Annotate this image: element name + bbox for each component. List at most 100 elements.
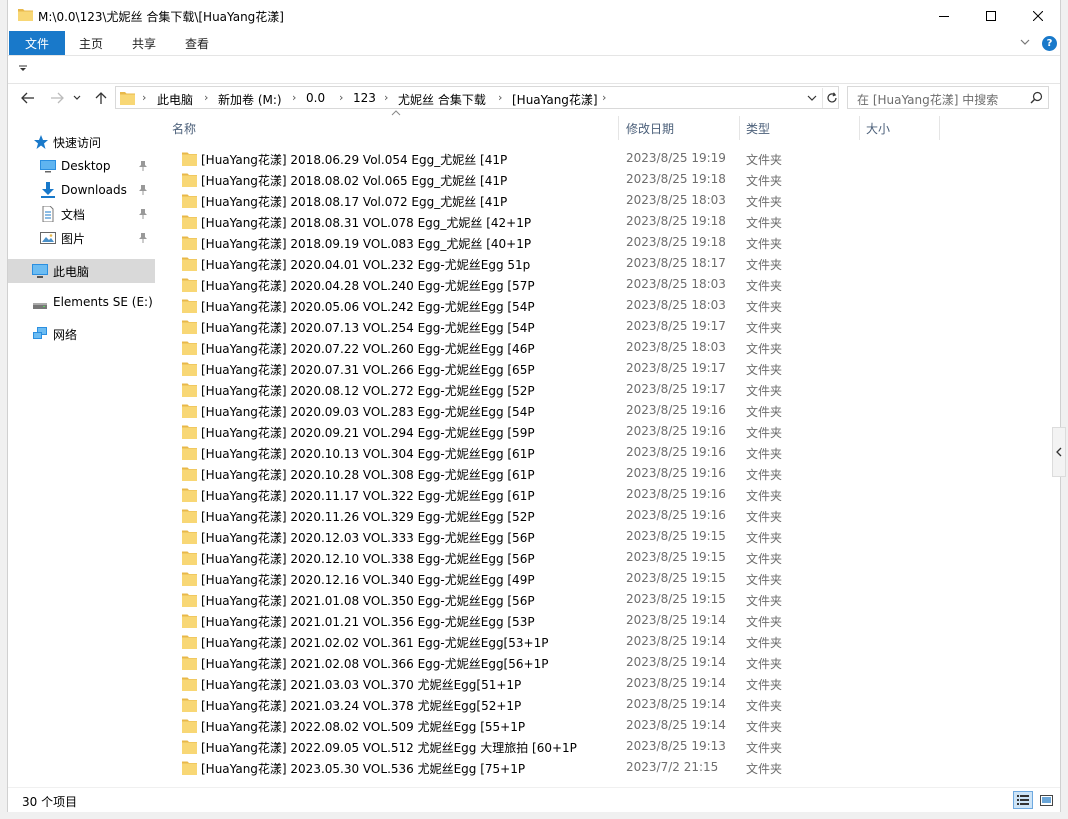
file-date: 2023/8/25 18:03 bbox=[626, 193, 726, 207]
table-row[interactable]: [HuaYang花漾] 2021.02.08 VOL.366 Egg-尤妮丝Eg… bbox=[171, 652, 1041, 673]
breadcrumb-separator[interactable]: › bbox=[142, 91, 146, 104]
search-input[interactable]: 在 [HuaYang花漾] 中搜索 bbox=[857, 91, 998, 108]
column-header-date[interactable]: 修改日期 bbox=[626, 116, 736, 140]
column-divider[interactable] bbox=[739, 116, 740, 140]
table-row[interactable]: [HuaYang花漾] 2020.04.01 VOL.232 Egg-尤妮丝Eg… bbox=[171, 253, 1041, 274]
breadcrumb-folder-collection[interactable]: 尤妮丝 合集下载 bbox=[398, 91, 486, 108]
table-row[interactable]: [HuaYang花漾] 2020.12.10 VOL.338 Egg-尤妮丝Eg… bbox=[171, 547, 1041, 568]
pane-splitter[interactable] bbox=[155, 110, 163, 787]
column-header-type[interactable]: 类型 bbox=[746, 116, 856, 140]
title-bar[interactable]: M:\0.0\123\尤妮丝 合集下载\[HuaYang花漾] bbox=[8, 0, 1060, 31]
file-date: 2023/8/25 19:16 bbox=[626, 445, 726, 459]
expand-pane-tab[interactable] bbox=[1052, 427, 1066, 477]
column-header-name[interactable]: 名称 bbox=[172, 116, 612, 140]
customize-toolbar-icon[interactable] bbox=[19, 65, 27, 73]
column-divider[interactable] bbox=[859, 116, 860, 140]
address-history-button[interactable] bbox=[804, 89, 820, 107]
pin-icon[interactable] bbox=[138, 160, 148, 171]
table-row[interactable]: [HuaYang花漾] 2018.08.17 Vol.072 Egg_尤妮丝 [… bbox=[171, 190, 1041, 211]
table-row[interactable]: [HuaYang花漾] 2020.12.03 VOL.333 Egg-尤妮丝Eg… bbox=[171, 526, 1041, 547]
file-name: [HuaYang花漾] 2018.09.19 VOL.083 Egg_尤妮丝 [… bbox=[201, 237, 532, 251]
tab-file[interactable]: 文件 bbox=[9, 31, 65, 55]
table-row[interactable]: [HuaYang花漾] 2020.11.26 VOL.329 Egg-尤妮丝Eg… bbox=[171, 505, 1041, 526]
details-view-button[interactable] bbox=[1013, 791, 1033, 809]
address-bar[interactable]: › 此电脑 › 新加卷 (M:) › 0.0 › 123 › 尤妮丝 合集下载 … bbox=[115, 86, 839, 109]
breadcrumb-this-pc[interactable]: 此电脑 bbox=[157, 91, 193, 108]
tab-share[interactable]: 共享 bbox=[132, 31, 156, 55]
file-type: 文件夹 bbox=[746, 342, 783, 356]
nav-item-downloads[interactable]: Downloads bbox=[8, 179, 155, 201]
table-row[interactable]: [HuaYang花漾] 2020.07.13 VOL.254 Egg-尤妮丝Eg… bbox=[171, 316, 1041, 337]
nav-item-this-pc[interactable]: 此电脑 bbox=[8, 259, 155, 283]
file-type: 文件夹 bbox=[746, 447, 783, 461]
table-row[interactable]: [HuaYang花漾] 2020.05.06 VOL.242 Egg-尤妮丝Eg… bbox=[171, 295, 1041, 316]
refresh-button[interactable] bbox=[822, 88, 840, 108]
table-row[interactable]: [HuaYang花漾] 2020.10.13 VOL.304 Egg-尤妮丝Eg… bbox=[171, 442, 1041, 463]
table-row[interactable]: [HuaYang花漾] 2020.07.31 VOL.266 Egg-尤妮丝Eg… bbox=[171, 358, 1041, 379]
table-row[interactable]: [HuaYang花漾] 2021.01.08 VOL.350 Egg-尤妮丝Eg… bbox=[171, 589, 1041, 610]
minimize-button[interactable] bbox=[921, 0, 967, 31]
table-row[interactable]: [HuaYang花漾] 2018.08.31 VOL.078 Egg_尤妮丝 [… bbox=[171, 211, 1041, 232]
nav-item-elements-drive[interactable]: Elements SE (E:) bbox=[8, 291, 155, 313]
maximize-button[interactable] bbox=[968, 0, 1014, 31]
back-button[interactable] bbox=[17, 87, 39, 109]
table-row[interactable]: [HuaYang花漾] 2020.07.22 VOL.260 Egg-尤妮丝Eg… bbox=[171, 337, 1041, 358]
forward-button[interactable] bbox=[46, 87, 68, 109]
pin-icon[interactable] bbox=[138, 208, 148, 219]
nav-item-network[interactable]: 网络 bbox=[8, 323, 155, 345]
table-row[interactable]: [HuaYang花漾] 2022.08.02 VOL.509 尤妮丝Egg [5… bbox=[171, 715, 1041, 736]
table-row[interactable]: [HuaYang花漾] 2023.05.30 VOL.536 尤妮丝Egg [7… bbox=[171, 757, 1041, 778]
table-row[interactable]: [HuaYang花漾] 2020.09.03 VOL.283 Egg-尤妮丝Eg… bbox=[171, 400, 1041, 421]
file-type: 文件夹 bbox=[746, 615, 783, 629]
table-row[interactable]: [HuaYang花漾] 2021.03.03 VOL.370 尤妮丝Egg[51… bbox=[171, 673, 1041, 694]
breadcrumb-folder-123[interactable]: 123 bbox=[353, 91, 376, 105]
table-row[interactable]: [HuaYang花漾] 2020.10.28 VOL.308 Egg-尤妮丝Eg… bbox=[171, 463, 1041, 484]
nav-item-documents[interactable]: 文档 bbox=[8, 203, 155, 225]
desktop-icon bbox=[40, 160, 56, 173]
breadcrumb-folder-huayang[interactable]: [HuaYang花漾] bbox=[512, 91, 598, 108]
file-date: 2023/8/25 19:14 bbox=[626, 718, 726, 732]
breadcrumb-separator[interactable]: › bbox=[204, 91, 208, 104]
tab-view[interactable]: 查看 bbox=[185, 31, 209, 55]
nav-item-desktop[interactable]: Desktop bbox=[8, 155, 155, 177]
pin-icon[interactable] bbox=[138, 184, 148, 195]
breadcrumb-drive-m[interactable]: 新加卷 (M:) bbox=[218, 91, 282, 108]
close-button[interactable] bbox=[1015, 0, 1061, 31]
table-row[interactable]: [HuaYang花漾] 2020.08.12 VOL.272 Egg-尤妮丝Eg… bbox=[171, 379, 1041, 400]
table-row[interactable]: [HuaYang花漾] 2022.09.05 VOL.512 尤妮丝Egg 大理… bbox=[171, 736, 1041, 757]
file-date: 2023/8/25 18:17 bbox=[626, 256, 726, 270]
breadcrumb-separator[interactable]: › bbox=[292, 91, 296, 104]
help-icon[interactable]: ? bbox=[1042, 36, 1057, 51]
file-type: 文件夹 bbox=[746, 531, 783, 545]
table-row[interactable]: [HuaYang花漾] 2018.09.19 VOL.083 Egg_尤妮丝 [… bbox=[171, 232, 1041, 253]
column-header-size[interactable]: 大小 bbox=[866, 116, 936, 140]
breadcrumb-separator[interactable]: › bbox=[602, 91, 606, 104]
table-row[interactable]: [HuaYang花漾] 2021.02.02 VOL.361 Egg-尤妮丝Eg… bbox=[171, 631, 1041, 652]
pin-icon[interactable] bbox=[138, 232, 148, 243]
chevron-left-icon bbox=[1056, 447, 1062, 457]
table-row[interactable]: [HuaYang花漾] 2020.04.28 VOL.240 Egg-尤妮丝Eg… bbox=[171, 274, 1041, 295]
breadcrumb-separator[interactable]: › bbox=[384, 91, 388, 104]
expand-ribbon-icon[interactable] bbox=[1020, 37, 1030, 47]
search-icon[interactable] bbox=[1030, 91, 1043, 104]
breadcrumb-separator[interactable]: › bbox=[498, 91, 502, 104]
nav-item-pictures[interactable]: 图片 bbox=[8, 227, 155, 249]
recent-locations-button[interactable] bbox=[70, 87, 84, 109]
column-divider[interactable] bbox=[618, 116, 619, 140]
search-box[interactable]: 在 [HuaYang花漾] 中搜索 bbox=[847, 86, 1049, 109]
file-date: 2023/8/25 19:14 bbox=[626, 655, 726, 669]
up-button[interactable] bbox=[90, 87, 112, 109]
table-row[interactable]: [HuaYang花漾] 2018.06.29 Vol.054 Egg_尤妮丝 [… bbox=[171, 148, 1041, 169]
table-row[interactable]: [HuaYang花漾] 2020.11.17 VOL.322 Egg-尤妮丝Eg… bbox=[171, 484, 1041, 505]
breadcrumb-folder-0-0[interactable]: 0.0 bbox=[306, 91, 325, 105]
table-row[interactable]: [HuaYang花漾] 2018.08.02 Vol.065 Egg_尤妮丝 [… bbox=[171, 169, 1041, 190]
table-row[interactable]: [HuaYang花漾] 2021.01.21 VOL.356 Egg-尤妮丝Eg… bbox=[171, 610, 1041, 631]
table-row[interactable]: [HuaYang花漾] 2020.12.16 VOL.340 Egg-尤妮丝Eg… bbox=[171, 568, 1041, 589]
breadcrumb-separator[interactable]: › bbox=[339, 91, 343, 104]
tab-home[interactable]: 主页 bbox=[79, 31, 103, 55]
column-divider[interactable] bbox=[939, 116, 940, 140]
nav-item-quick-access[interactable]: 快速访问 bbox=[8, 131, 155, 153]
table-row[interactable]: [HuaYang花漾] 2020.09.21 VOL.294 Egg-尤妮丝Eg… bbox=[171, 421, 1041, 442]
large-icons-view-button[interactable] bbox=[1036, 791, 1056, 809]
table-row[interactable]: [HuaYang花漾] 2021.03.24 VOL.378 尤妮丝Egg[52… bbox=[171, 694, 1041, 715]
